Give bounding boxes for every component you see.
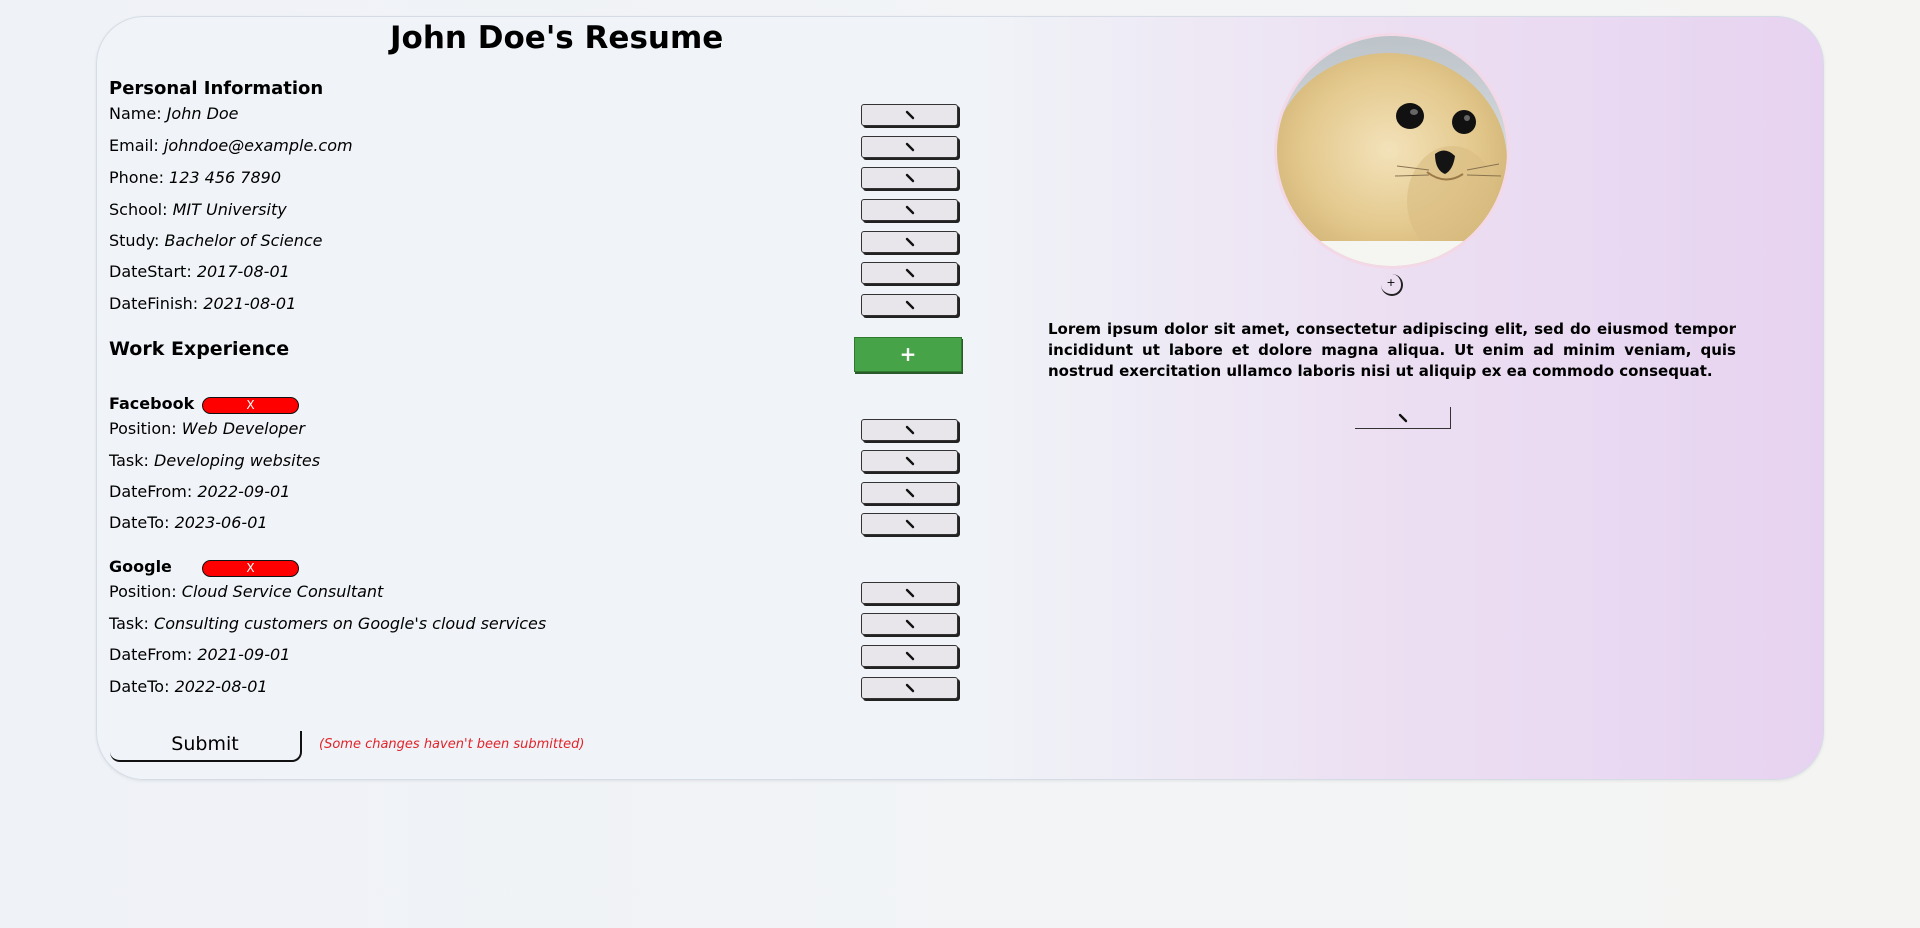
field-label: Study: (109, 231, 165, 250)
edit-task-button[interactable] (861, 450, 958, 472)
add-job-button[interactable]: + (854, 337, 962, 372)
edit-email-button[interactable] (861, 136, 958, 158)
field-name: Name: John Doe (109, 104, 239, 124)
field-value: 2021-08-01 (203, 294, 297, 313)
pencil-icon (905, 425, 914, 435)
field-school: School: MIT University (109, 200, 287, 220)
field-label: Name: (109, 104, 167, 123)
pencil-icon (1398, 413, 1407, 422)
edit-study-button[interactable] (861, 231, 958, 253)
pencil-icon (905, 619, 914, 629)
pencil-icon (905, 205, 914, 215)
pencil-icon (905, 268, 914, 278)
company-name: Facebook (109, 394, 195, 413)
job-field-date-from: DateFrom: 2021-09-01 (109, 645, 290, 665)
edit-school-button[interactable] (861, 199, 958, 221)
job-field-date-from: DateFrom: 2022-09-01 (109, 482, 290, 502)
edit-bio-button[interactable] (1355, 407, 1451, 429)
delete-job-button[interactable]: X (202, 397, 299, 414)
resume-card (96, 16, 1824, 780)
field-value: 2021-09-01 (197, 645, 291, 664)
field-label: Task: (109, 614, 155, 633)
submit-button[interactable]: Submit (110, 731, 302, 762)
delete-job-button[interactable]: X (202, 560, 299, 577)
field-label: DateFrom: (109, 482, 198, 501)
field-value: MIT University (172, 200, 287, 219)
job-field-position: Position: Web Developer (109, 419, 305, 439)
field-phone: Phone: 123 456 7890 (109, 168, 281, 188)
edit-date-start-button[interactable] (861, 262, 958, 284)
field-value: John Doe (166, 104, 239, 123)
edit-name-button[interactable] (861, 104, 958, 126)
field-date-finish: DateFinish: 2021-08-01 (109, 294, 296, 314)
field-value: johndoe@example.com (163, 136, 353, 155)
field-label: Phone: (109, 168, 170, 187)
field-label: DateFrom: (109, 645, 198, 664)
pencil-icon (905, 488, 914, 498)
field-value: Consulting customers on Google's cloud s… (154, 614, 547, 633)
edit-task-button[interactable] (861, 613, 958, 635)
field-label: DateTo: (109, 513, 175, 532)
edit-date-from-button[interactable] (861, 482, 958, 504)
unsaved-changes-warning: (Some changes haven't been submitted) (319, 737, 585, 752)
field-value: Web Developer (181, 419, 305, 438)
field-email: Email: johndoe@example.com (109, 136, 353, 156)
company-name: Google (109, 557, 172, 576)
field-label: DateStart: (109, 262, 197, 281)
job-field-task: Task: Developing websites (109, 451, 320, 471)
upload-photo-button[interactable]: + (1381, 274, 1403, 296)
field-value: 2023-06-01 (174, 513, 268, 532)
job-field-position: Position: Cloud Service Consultant (109, 582, 383, 602)
field-label: DateFinish: (109, 294, 204, 313)
edit-date-to-button[interactable] (861, 677, 958, 699)
edit-date-to-button[interactable] (861, 513, 958, 535)
pencil-icon (905, 651, 914, 661)
pencil-icon (905, 237, 914, 247)
field-value: 2022-08-01 (174, 677, 268, 696)
pencil-icon (905, 519, 914, 529)
edit-phone-button[interactable] (861, 167, 958, 189)
page-title: John Doe's Resume (390, 20, 724, 56)
field-value: Bachelor of Science (164, 231, 323, 250)
field-value: Developing websites (154, 451, 321, 470)
job-field-date-to: DateTo: 2022-08-01 (109, 677, 268, 697)
field-value: 2022-09-01 (197, 482, 291, 501)
field-label: School: (109, 200, 173, 219)
edit-position-button[interactable] (861, 582, 958, 604)
bio-text: Lorem ipsum dolor sit amet, consectetur … (1048, 320, 1736, 380)
field-label: DateTo: (109, 677, 175, 696)
edit-date-finish-button[interactable] (861, 294, 958, 316)
pencil-icon (905, 173, 914, 183)
field-label: Position: (109, 419, 182, 438)
pencil-icon (905, 683, 914, 693)
work-experience-heading: Work Experience (109, 338, 290, 360)
field-label: Position: (109, 582, 182, 601)
field-value: 123 456 7890 (169, 168, 282, 187)
personal-info-heading: Personal Information (109, 78, 324, 99)
edit-position-button[interactable] (861, 419, 958, 441)
pencil-icon (905, 142, 914, 152)
pencil-icon (905, 300, 914, 310)
field-date-start: DateStart: 2017-08-01 (109, 262, 290, 282)
field-label: Task: (109, 451, 155, 470)
pencil-icon (905, 588, 914, 598)
job-field-date-to: DateTo: 2023-06-01 (109, 513, 268, 533)
job-field-task: Task: Consulting customers on Google's c… (109, 614, 546, 634)
field-value: Cloud Service Consultant (181, 582, 384, 601)
field-value: 2017-08-01 (196, 262, 290, 281)
edit-date-from-button[interactable] (861, 645, 958, 667)
seal-pup-photo (1277, 36, 1507, 266)
pencil-icon (905, 110, 914, 120)
avatar (1274, 33, 1510, 269)
pencil-icon (905, 456, 914, 466)
field-study: Study: Bachelor of Science (109, 231, 323, 251)
field-label: Email: (109, 136, 164, 155)
